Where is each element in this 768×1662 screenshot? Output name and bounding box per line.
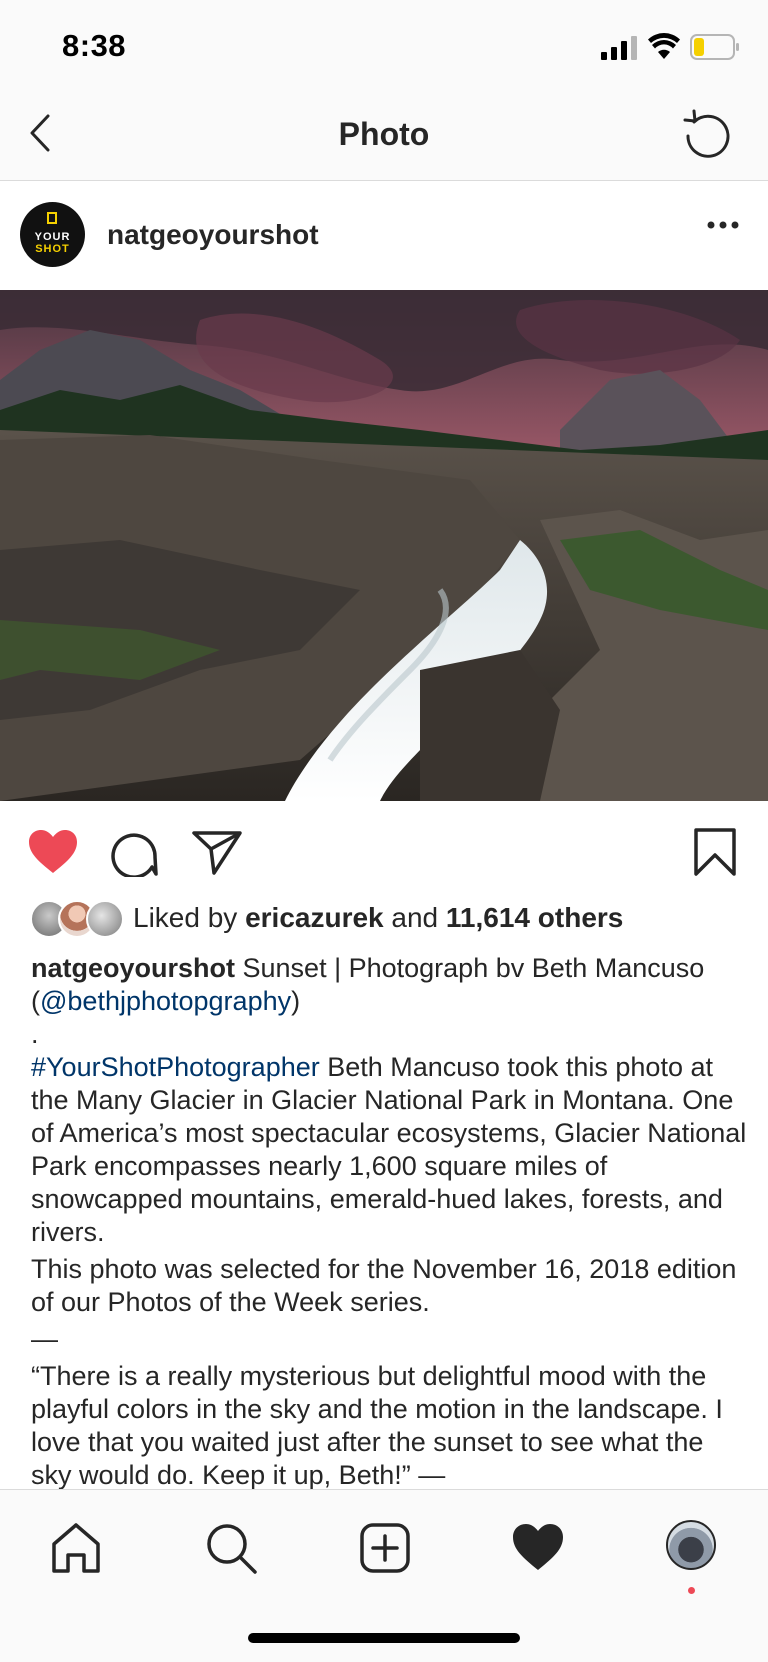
battery-icon — [690, 34, 739, 60]
caption-quote: “There is a really mysterious but deligh… — [31, 1361, 723, 1490]
home-indicator[interactable] — [248, 1633, 520, 1643]
liker-avatars — [30, 900, 124, 938]
profile-avatar[interactable] — [666, 1520, 716, 1570]
liker-username[interactable]: ericazurek — [245, 902, 384, 933]
heart-icon[interactable] — [510, 1520, 566, 1576]
caption-selected: This photo was selected for the November… — [31, 1254, 737, 1317]
avatar-logo-line1: YOUR — [34, 231, 71, 243]
caption-title-end: ) — [291, 986, 301, 1016]
search-icon[interactable] — [203, 1520, 259, 1576]
caption-mention[interactable]: @bethjphotopgraphy — [40, 986, 291, 1016]
likes-middle: and — [383, 902, 446, 933]
comment-icon[interactable] — [110, 829, 158, 877]
likes-count[interactable]: 11,614 others — [446, 902, 623, 933]
refresh-icon[interactable] — [682, 108, 734, 160]
wifi-icon — [648, 33, 680, 59]
liker-avatar — [86, 900, 124, 938]
post-caption: natgeoyourshot Sunset | Photograph bv Be… — [31, 952, 749, 1492]
bookmark-icon[interactable] — [693, 827, 737, 877]
likes-row[interactable]: Liked by ericazurek and 11,614 others — [30, 900, 750, 942]
page-title: Photo — [338, 116, 430, 152]
caption-dash: — — [31, 1324, 58, 1354]
home-icon[interactable] — [48, 1520, 104, 1576]
caption-dot: . — [31, 1019, 39, 1049]
account-avatar[interactable]: YOUR SHOT — [20, 202, 85, 267]
paper-plane-icon[interactable] — [192, 829, 242, 875]
navigation-bar: Photo — [0, 90, 768, 181]
caption-username[interactable]: natgeoyourshot — [31, 953, 235, 983]
status-time: 8:38 — [62, 28, 127, 63]
notification-dot — [688, 1587, 695, 1594]
tab-bar — [0, 1489, 768, 1662]
post-header: YOUR SHOT natgeoyourshot — [0, 181, 768, 290]
post-username[interactable]: natgeoyourshot — [107, 219, 319, 251]
avatar-logo-line2: SHOT — [35, 243, 70, 255]
heart-filled-icon[interactable] — [28, 829, 78, 875]
status-bar: 8:38 — [0, 0, 768, 90]
natgeo-logo-icon — [47, 212, 57, 224]
post-actions — [0, 801, 768, 901]
caption-body: #YourShotPhotographer Beth Mancuso took … — [31, 1051, 749, 1249]
more-dots-icon[interactable] — [706, 219, 740, 231]
caption-title: natgeoyourshot Sunset | Photograph bv Be… — [31, 952, 749, 1018]
likes-prefix: Liked by — [133, 902, 246, 933]
cellular-signal-icon — [601, 36, 637, 60]
likes-text: Liked by ericazurek and 11,614 others — [133, 902, 623, 934]
caption-hashtag[interactable]: #YourShotPhotographer — [31, 1052, 320, 1082]
post-photo[interactable] — [0, 290, 768, 801]
add-post-icon[interactable] — [357, 1520, 413, 1576]
